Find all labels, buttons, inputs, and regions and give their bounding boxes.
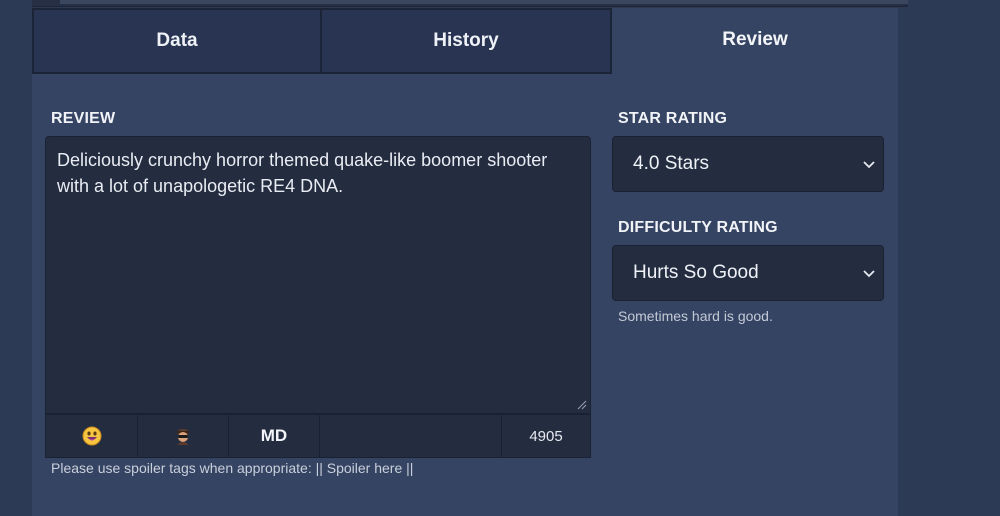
spoiler-spy-icon xyxy=(177,429,189,445)
difficulty-help-text: Sometimes hard is good. xyxy=(618,308,773,324)
markdown-button[interactable]: MD xyxy=(229,415,320,457)
review-panel: Data History Review REVIEW Deliciously c… xyxy=(32,8,898,516)
star-rating-label: STAR RATING xyxy=(618,110,728,127)
emoji-button[interactable] xyxy=(46,415,138,457)
star-rating-select[interactable]: 4.0 Stars xyxy=(612,136,884,192)
chevron-down-icon xyxy=(863,161,875,169)
spoiler-button[interactable] xyxy=(138,415,229,457)
tab-review[interactable]: Review xyxy=(612,8,898,72)
difficulty-rating-select[interactable]: Hurts So Good xyxy=(612,245,884,301)
chevron-down-icon xyxy=(863,270,875,278)
resize-grip-icon[interactable] xyxy=(577,400,587,410)
tab-data[interactable]: Data xyxy=(32,8,322,74)
review-textarea[interactable] xyxy=(46,137,590,413)
difficulty-rating-value: Hurts So Good xyxy=(633,262,759,283)
star-rating-value: 4.0 Stars xyxy=(633,153,710,174)
review-toolbar: MD 4905 xyxy=(45,414,591,458)
character-count: 4905 xyxy=(529,427,563,445)
review-label: REVIEW xyxy=(51,110,116,127)
toolbar-spacer xyxy=(320,415,502,457)
top-bar-inner xyxy=(60,0,908,4)
tab-history[interactable]: History xyxy=(320,8,612,74)
top-bar xyxy=(32,0,908,7)
difficulty-rating-label: DIFFICULTY RATING xyxy=(618,219,778,236)
tab-bar: Data History Review xyxy=(32,8,898,74)
review-textarea-container xyxy=(45,136,591,414)
grinning-emoji-icon xyxy=(82,426,101,446)
spoiler-hint: Please use spoiler tags when appropriate… xyxy=(51,460,414,476)
